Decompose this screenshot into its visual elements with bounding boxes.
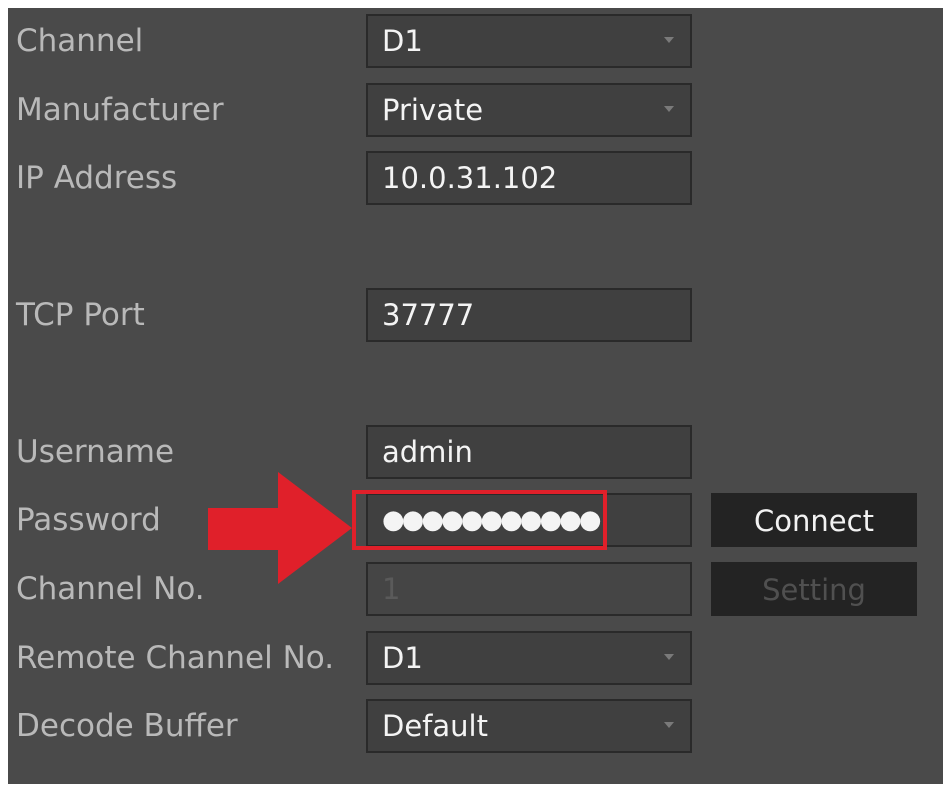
tcp-port-input[interactable]: 37777 bbox=[366, 288, 692, 342]
chevron-down-icon bbox=[664, 37, 674, 43]
channel-no-input: 1 bbox=[366, 562, 692, 616]
ip-address-label: IP Address bbox=[16, 160, 178, 196]
connect-button[interactable]: Connect bbox=[711, 493, 917, 547]
decode-buffer-select[interactable]: Default bbox=[366, 699, 692, 753]
manufacturer-select[interactable]: Private bbox=[366, 83, 692, 137]
decode-buffer-label: Decode Buffer bbox=[16, 708, 238, 744]
channel-select[interactable]: D1 bbox=[366, 14, 692, 68]
remote-channel-no-value: D1 bbox=[382, 641, 423, 675]
remote-channel-no-select[interactable]: D1 bbox=[366, 631, 692, 685]
username-input[interactable]: admin bbox=[366, 425, 692, 479]
tcp-port-label: TCP Port bbox=[16, 297, 145, 333]
decode-buffer-value: Default bbox=[382, 709, 488, 743]
chevron-down-icon bbox=[664, 106, 674, 112]
password-highlight-box bbox=[352, 490, 607, 550]
remote-device-form: Channel D1 Manufacturer Private IP Addre… bbox=[8, 8, 943, 784]
channel-value: D1 bbox=[382, 24, 423, 58]
password-label: Password bbox=[16, 502, 161, 538]
username-label: Username bbox=[16, 434, 175, 470]
setting-button: Setting bbox=[711, 562, 917, 616]
ip-address-input[interactable]: 10.0.31.102 bbox=[366, 151, 692, 205]
channel-no-label: Channel No. bbox=[16, 571, 205, 607]
manufacturer-label: Manufacturer bbox=[16, 92, 224, 128]
chevron-down-icon bbox=[664, 654, 674, 660]
manufacturer-value: Private bbox=[382, 93, 484, 127]
chevron-down-icon bbox=[664, 722, 674, 728]
channel-label: Channel bbox=[16, 23, 144, 59]
arrow-right-icon bbox=[204, 470, 354, 592]
remote-channel-no-label: Remote Channel No. bbox=[16, 640, 335, 676]
